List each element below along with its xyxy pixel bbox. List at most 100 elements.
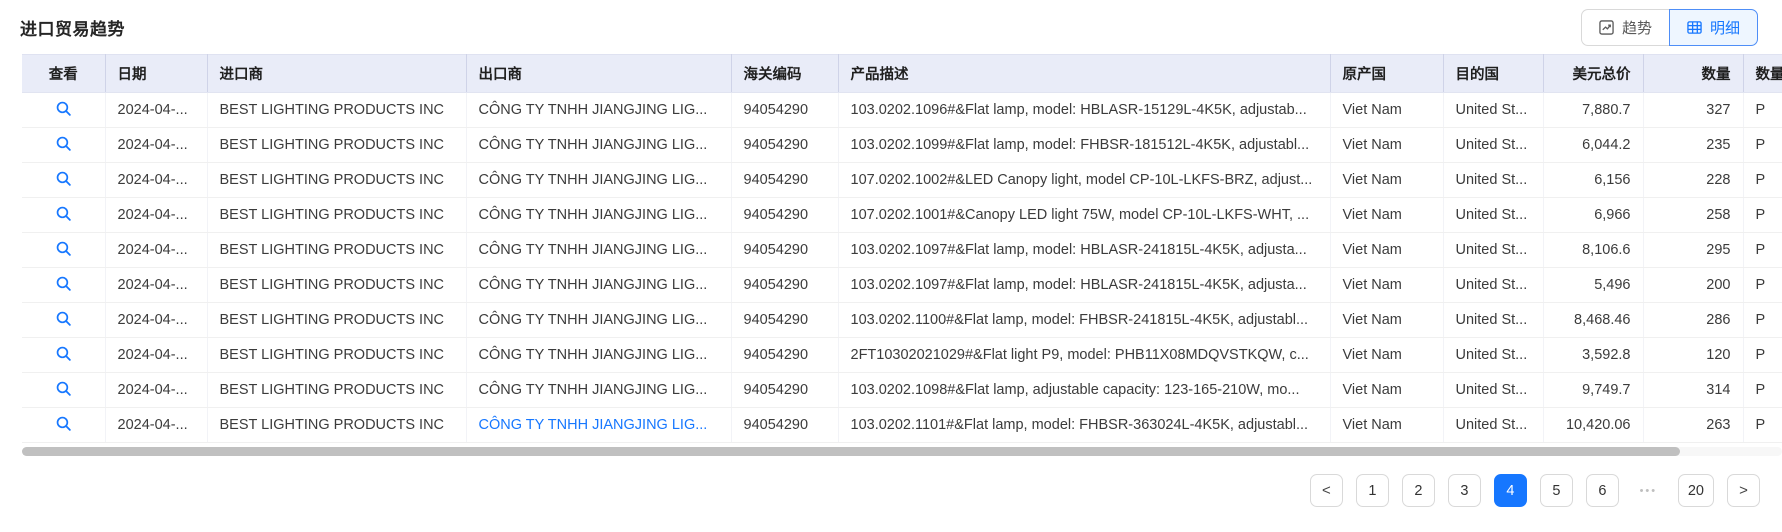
cell-exporter: CÔNG TY TNHH JIANGJING LIG... bbox=[466, 303, 731, 338]
page-title: 进口贸易趋势 bbox=[20, 15, 125, 40]
cell-usd_total: 8,468.46 bbox=[1543, 303, 1643, 338]
cell-destination: United St... bbox=[1443, 268, 1543, 303]
cell-origin: Viet Nam bbox=[1330, 198, 1443, 233]
next-page-button[interactable]: > bbox=[1727, 474, 1760, 507]
column-header-exporter: 出口商 bbox=[466, 55, 731, 93]
cell-origin: Viet Nam bbox=[1330, 233, 1443, 268]
table-row: 2024-04-...BEST LIGHTING PRODUCTS INCCÔN… bbox=[22, 93, 1782, 128]
cell-quantity: 314 bbox=[1643, 373, 1743, 408]
cell-quantity: 235 bbox=[1643, 128, 1743, 163]
cell-exporter[interactable]: CÔNG TY TNHH JIANGJING LIG... bbox=[466, 408, 731, 443]
cell-view bbox=[22, 303, 105, 338]
cell-date: 2024-04-... bbox=[105, 268, 207, 303]
cell-date: 2024-04-... bbox=[105, 128, 207, 163]
cell-description: 103.0202.1097#&Flat lamp, model: HBLASR-… bbox=[838, 233, 1330, 268]
cell-importer: BEST LIGHTING PRODUCTS INC bbox=[207, 408, 466, 443]
cell-unit: P bbox=[1743, 338, 1782, 373]
cell-view bbox=[22, 163, 105, 198]
cell-view bbox=[22, 338, 105, 373]
cell-hs_code: 94054290 bbox=[731, 303, 838, 338]
cell-destination: United St... bbox=[1443, 233, 1543, 268]
cell-destination: United St... bbox=[1443, 373, 1543, 408]
pagination: <123456 ••• 20 > bbox=[1310, 474, 1760, 507]
cell-exporter: CÔNG TY TNHH JIANGJING LIG... bbox=[466, 198, 731, 233]
cell-quantity: 286 bbox=[1643, 303, 1743, 338]
page-button-20[interactable]: 20 bbox=[1678, 474, 1714, 507]
cell-description: 103.0202.1097#&Flat lamp, model: HBLASR-… bbox=[838, 268, 1330, 303]
cell-view bbox=[22, 93, 105, 128]
cell-hs_code: 94054290 bbox=[731, 93, 838, 128]
cell-origin: Viet Nam bbox=[1330, 373, 1443, 408]
cell-usd_total: 10,420.06 bbox=[1543, 408, 1643, 443]
table-row: 2024-04-...BEST LIGHTING PRODUCTS INCCÔN… bbox=[22, 268, 1782, 303]
page-button-3[interactable]: 3 bbox=[1448, 474, 1481, 507]
trend-tab-button[interactable]: 趋势 bbox=[1581, 9, 1669, 46]
cell-date: 2024-04-... bbox=[105, 163, 207, 198]
cell-view bbox=[22, 268, 105, 303]
cell-destination: United St... bbox=[1443, 303, 1543, 338]
page-button-4[interactable]: 4 bbox=[1494, 474, 1527, 507]
pagination-ellipsis: ••• bbox=[1632, 474, 1665, 507]
magnifier-icon[interactable] bbox=[55, 135, 72, 152]
cell-importer: BEST LIGHTING PRODUCTS INC bbox=[207, 373, 466, 408]
trade-detail-table: 查看日期进口商出口商海关编码产品描述原产国目的国美元总价数量数量单位 2024-… bbox=[22, 54, 1782, 443]
cell-description: 103.0202.1100#&Flat lamp, model: FHBSR-2… bbox=[838, 303, 1330, 338]
magnifier-icon[interactable] bbox=[55, 205, 72, 222]
cell-hs_code: 94054290 bbox=[731, 128, 838, 163]
cell-quantity: 228 bbox=[1643, 163, 1743, 198]
cell-exporter: CÔNG TY TNHH JIANGJING LIG... bbox=[466, 128, 731, 163]
cell-unit: P bbox=[1743, 408, 1782, 443]
magnifier-icon[interactable] bbox=[55, 170, 72, 187]
cell-unit: P bbox=[1743, 198, 1782, 233]
column-header-destination: 目的国 bbox=[1443, 55, 1543, 93]
cell-unit: P bbox=[1743, 233, 1782, 268]
table-row: 2024-04-...BEST LIGHTING PRODUCTS INCCÔN… bbox=[22, 408, 1782, 443]
cell-date: 2024-04-... bbox=[105, 373, 207, 408]
cell-date: 2024-04-... bbox=[105, 93, 207, 128]
cell-hs_code: 94054290 bbox=[731, 163, 838, 198]
prev-page-button[interactable]: < bbox=[1310, 474, 1343, 507]
cell-quantity: 295 bbox=[1643, 233, 1743, 268]
cell-date: 2024-04-... bbox=[105, 408, 207, 443]
magnifier-icon[interactable] bbox=[55, 240, 72, 257]
cell-hs_code: 94054290 bbox=[731, 268, 838, 303]
chevron-left-icon: < bbox=[1322, 482, 1331, 499]
cell-usd_total: 7,880.7 bbox=[1543, 93, 1643, 128]
cell-view bbox=[22, 373, 105, 408]
cell-hs_code: 94054290 bbox=[731, 408, 838, 443]
magnifier-icon[interactable] bbox=[55, 310, 72, 327]
cell-unit: P bbox=[1743, 93, 1782, 128]
magnifier-icon[interactable] bbox=[55, 100, 72, 117]
column-header-importer: 进口商 bbox=[207, 55, 466, 93]
page-button-6[interactable]: 6 bbox=[1586, 474, 1619, 507]
cell-destination: United St... bbox=[1443, 128, 1543, 163]
table-header-row: 查看日期进口商出口商海关编码产品描述原产国目的国美元总价数量数量单位 bbox=[22, 55, 1782, 93]
cell-date: 2024-04-... bbox=[105, 198, 207, 233]
magnifier-icon[interactable] bbox=[55, 275, 72, 292]
cell-importer: BEST LIGHTING PRODUCTS INC bbox=[207, 338, 466, 373]
page-button-2[interactable]: 2 bbox=[1402, 474, 1435, 507]
column-header-description: 产品描述 bbox=[838, 55, 1330, 93]
scrollbar-thumb[interactable] bbox=[22, 447, 1680, 456]
cell-unit: P bbox=[1743, 268, 1782, 303]
cell-date: 2024-04-... bbox=[105, 338, 207, 373]
cell-usd_total: 3,592.8 bbox=[1543, 338, 1643, 373]
cell-usd_total: 6,044.2 bbox=[1543, 128, 1643, 163]
table-row: 2024-04-...BEST LIGHTING PRODUCTS INCCÔN… bbox=[22, 163, 1782, 198]
magnifier-icon[interactable] bbox=[55, 380, 72, 397]
cell-date: 2024-04-... bbox=[105, 303, 207, 338]
horizontal-scrollbar[interactable] bbox=[22, 447, 1782, 456]
cell-origin: Viet Nam bbox=[1330, 408, 1443, 443]
cell-origin: Viet Nam bbox=[1330, 338, 1443, 373]
cell-importer: BEST LIGHTING PRODUCTS INC bbox=[207, 233, 466, 268]
cell-origin: Viet Nam bbox=[1330, 303, 1443, 338]
detail-tab-button[interactable]: 明细 bbox=[1669, 9, 1758, 46]
magnifier-icon[interactable] bbox=[55, 415, 72, 432]
cell-view bbox=[22, 233, 105, 268]
magnifier-icon[interactable] bbox=[55, 345, 72, 362]
cell-usd_total: 6,966 bbox=[1543, 198, 1643, 233]
table-row: 2024-04-...BEST LIGHTING PRODUCTS INCCÔN… bbox=[22, 373, 1782, 408]
page-button-5[interactable]: 5 bbox=[1540, 474, 1573, 507]
column-header-date: 日期 bbox=[105, 55, 207, 93]
page-button-1[interactable]: 1 bbox=[1356, 474, 1389, 507]
